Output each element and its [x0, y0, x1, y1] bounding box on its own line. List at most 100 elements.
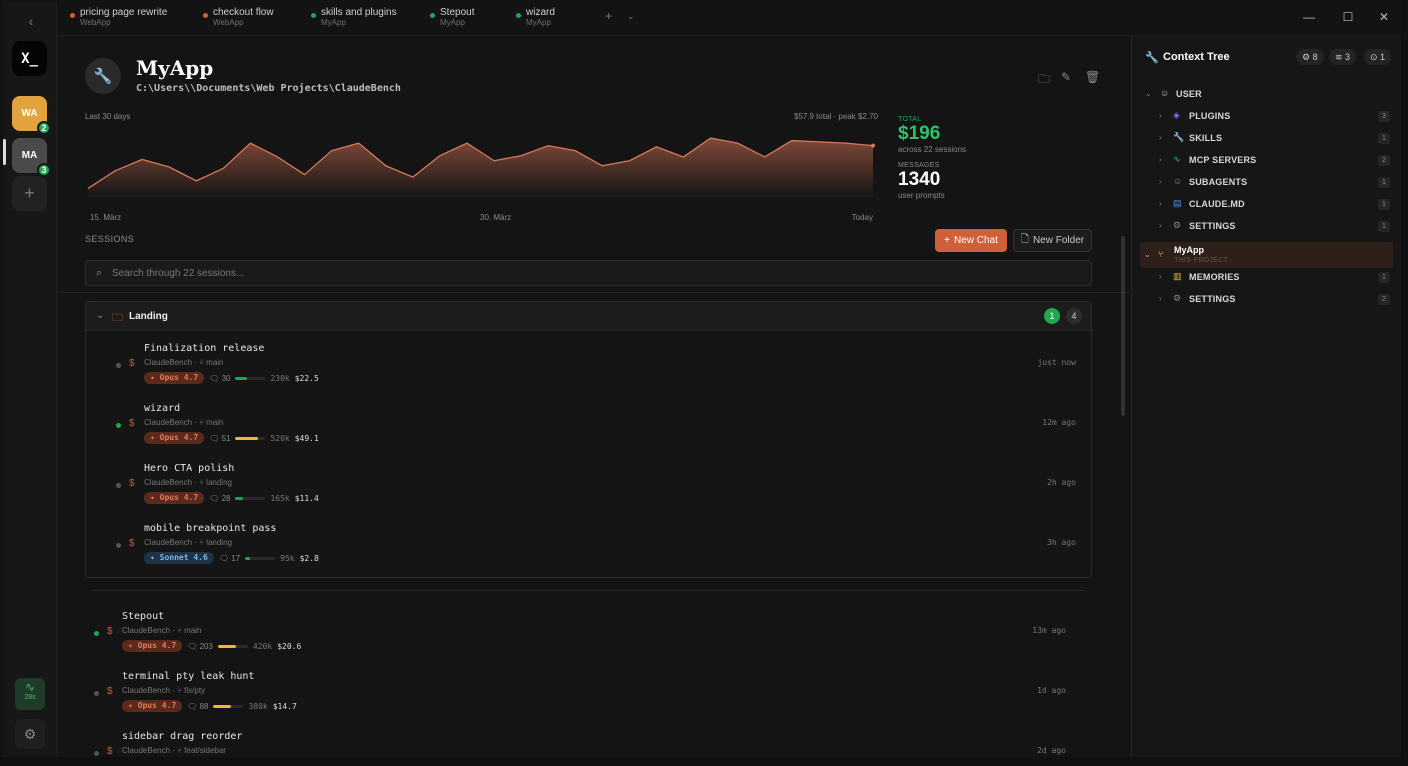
- chevron-right-icon[interactable]: ›: [1159, 221, 1162, 230]
- messages-sub: user prompts: [898, 191, 945, 200]
- tree-label: MCP SERVERS: [1189, 155, 1257, 165]
- tree-item-settings[interactable]: › ⚙ SETTINGS 2: [1132, 289, 1402, 311]
- new-folder-button[interactable]: 🗋 New Folder: [1013, 229, 1092, 252]
- tree-item-subagents[interactable]: › ☺ SUBAGENTS 1: [1132, 172, 1402, 194]
- x-tick-label: 15. März: [90, 213, 122, 222]
- workspace-wa[interactable]: WA 2: [12, 96, 51, 135]
- cost-dollar-icon: $: [107, 746, 113, 757]
- new-tab-plus-icon[interactable]: +: [605, 9, 612, 23]
- chevron-right-icon[interactable]: ›: [1159, 199, 1162, 208]
- token-count: 230k: [270, 373, 290, 383]
- trash-icon[interactable]: 🗑: [1085, 70, 1100, 84]
- active-count-badge: 1: [1044, 308, 1060, 324]
- tree-project[interactable]: ⌄ ⑂ MyApp THIS PROJECT: [1140, 242, 1393, 268]
- tree-item-settings[interactable]: › ⚙ SETTINGS 1: [1132, 216, 1402, 238]
- session-row[interactable]: $ wizard ClaudeBench · ⑂ main ✦ Opus 4.7 🗨 5…: [116, 403, 1076, 459]
- tree-item-claude-md[interactable]: › ▤ CLAUDE.MD 1: [1132, 194, 1402, 216]
- token-count: 420k: [252, 641, 273, 651]
- search-input[interactable]: [112, 265, 1012, 281]
- session-row[interactable]: $ mobile breakpoint pass ClaudeBench · ⑂ l…: [116, 523, 1076, 579]
- activity-unit: s: [32, 694, 36, 701]
- tree-item-plugins[interactable]: › ◈ PLUGINS 3: [1132, 106, 1402, 128]
- workspace-badge: 2: [37, 121, 51, 135]
- tree-label: USER: [1176, 89, 1202, 99]
- sessions-count-badge: ⊙ 1: [1364, 49, 1392, 65]
- app-logo[interactable]: X_: [12, 41, 47, 76]
- new-chat-button[interactable]: + New Chat: [935, 229, 1007, 252]
- folder-header[interactable]: ⌄ 🗀 Landing 1 4: [86, 302, 1091, 331]
- tree-count: 2: [1378, 294, 1390, 305]
- tree-count: 2: [1378, 155, 1390, 166]
- tree-item-mcp-servers[interactable]: › ∿ MCP SERVERS 2: [1132, 150, 1402, 172]
- tab-title: Stepout: [440, 7, 475, 18]
- token-count: 165k: [270, 493, 290, 503]
- chevron-right-icon[interactable]: ›: [1159, 272, 1162, 281]
- tab-status-dot: [311, 13, 316, 18]
- message-count: 🗨 203: [187, 641, 213, 651]
- total-value: $196: [898, 123, 941, 144]
- total-count-badge: 4: [1066, 308, 1082, 324]
- chevron-down-icon[interactable]: ⌄: [1144, 250, 1151, 259]
- chevron-down-icon[interactable]: ⌄: [96, 310, 104, 321]
- messages-label: MESSAGES: [898, 162, 940, 169]
- close-icon[interactable]: ✕: [1377, 10, 1391, 24]
- session-time: 1d ago: [1037, 686, 1066, 695]
- maximize-icon[interactable]: ☐: [1341, 10, 1355, 24]
- activity-icon: ∿: [1173, 154, 1181, 164]
- open-folder-icon[interactable]: 🗀: [1038, 70, 1050, 91]
- session-row[interactable]: $ Stepout ClaudeBench · ⑂ main ✦ Opus 4.7 🗨 …: [94, 611, 1066, 667]
- badge-value: 3: [1345, 52, 1351, 62]
- back-chevron-icon[interactable]: ‹: [23, 13, 39, 29]
- chevron-right-icon[interactable]: ›: [1159, 111, 1162, 120]
- divider: [58, 292, 1130, 293]
- session-row[interactable]: $ sidebar drag reorder ClaudeBench · ⑂ fea…: [94, 731, 1066, 757]
- data-point: [871, 143, 875, 148]
- token-count: 95k: [280, 553, 295, 563]
- tab-status-dot: [516, 13, 521, 18]
- token-count: 380k: [248, 701, 268, 711]
- chevron-right-icon[interactable]: ›: [1159, 294, 1162, 303]
- minimize-icon[interactable]: —: [1302, 10, 1316, 24]
- tree-label: PLUGINS: [1189, 111, 1231, 121]
- session-meta: ClaudeBench · ⑂ landing: [144, 478, 232, 487]
- tree-count: 1: [1378, 272, 1390, 283]
- chevron-right-icon[interactable]: ›: [1159, 133, 1162, 142]
- session-row[interactable]: $ terminal pty leak hunt ClaudeBench · ⑂ f…: [94, 671, 1066, 727]
- session-row[interactable]: $ Finalization release ClaudeBench · ⑂ mai…: [116, 343, 1076, 399]
- folder-icon: 🗀: [112, 312, 123, 324]
- token-usage-bar: [245, 556, 276, 560]
- add-workspace-button[interactable]: +: [12, 176, 47, 211]
- scrollbar[interactable]: [1121, 226, 1126, 756]
- session-cost: $2.8: [299, 553, 319, 563]
- active-workspace-indicator: [3, 139, 6, 165]
- tree-label: SETTINGS: [1189, 221, 1236, 231]
- tab-title: skills and plugins: [321, 7, 397, 18]
- workspace-ma[interactable]: MA 3: [12, 138, 51, 177]
- scrollbar-thumb[interactable]: [1121, 236, 1125, 416]
- session-row[interactable]: $ Hero CTA polish ClaudeBench · ⑂ landing ✦…: [116, 463, 1076, 519]
- tree-label: MEMORIES: [1189, 272, 1240, 282]
- session-cost: $20.6: [277, 641, 302, 651]
- session-meta: ClaudeBench · ⑂ fix/pty: [122, 686, 206, 695]
- session-meta: ClaudeBench · ⑂ main: [144, 418, 224, 427]
- token-usage-fill: [217, 644, 236, 648]
- chevron-right-icon[interactable]: ›: [1159, 155, 1162, 164]
- badge-value: 1: [1380, 52, 1386, 62]
- x-tick-label: 30. März: [480, 213, 512, 222]
- model-name: Sonnet 4.6: [159, 553, 208, 562]
- settings-gear-icon[interactable]: ⚙: [15, 719, 45, 749]
- session-time: 13m ago: [1032, 626, 1066, 635]
- activity-button[interactable]: ∿ 28s: [15, 678, 45, 710]
- tab-list-chevron-icon[interactable]: ⌄: [627, 11, 635, 22]
- tree-item-memories[interactable]: › ▥ MEMORIES 1: [1132, 267, 1402, 289]
- tab-project: MyApp: [526, 18, 551, 27]
- tree-count: 1: [1378, 133, 1390, 144]
- tree-user[interactable]: ⌄ ☺ USER: [1132, 84, 1402, 106]
- tab-project: MyApp: [321, 18, 346, 27]
- chevron-down-icon[interactable]: ⌄: [1145, 89, 1152, 98]
- edit-pencil-icon[interactable]: ✎: [1061, 70, 1071, 84]
- tree-item-skills[interactable]: › 🔧 SKILLS 1: [1132, 128, 1402, 150]
- chevron-right-icon[interactable]: ›: [1159, 177, 1162, 186]
- layers-count-badge: ≋ 3: [1329, 49, 1357, 65]
- workspace-badge: 3: [37, 163, 51, 177]
